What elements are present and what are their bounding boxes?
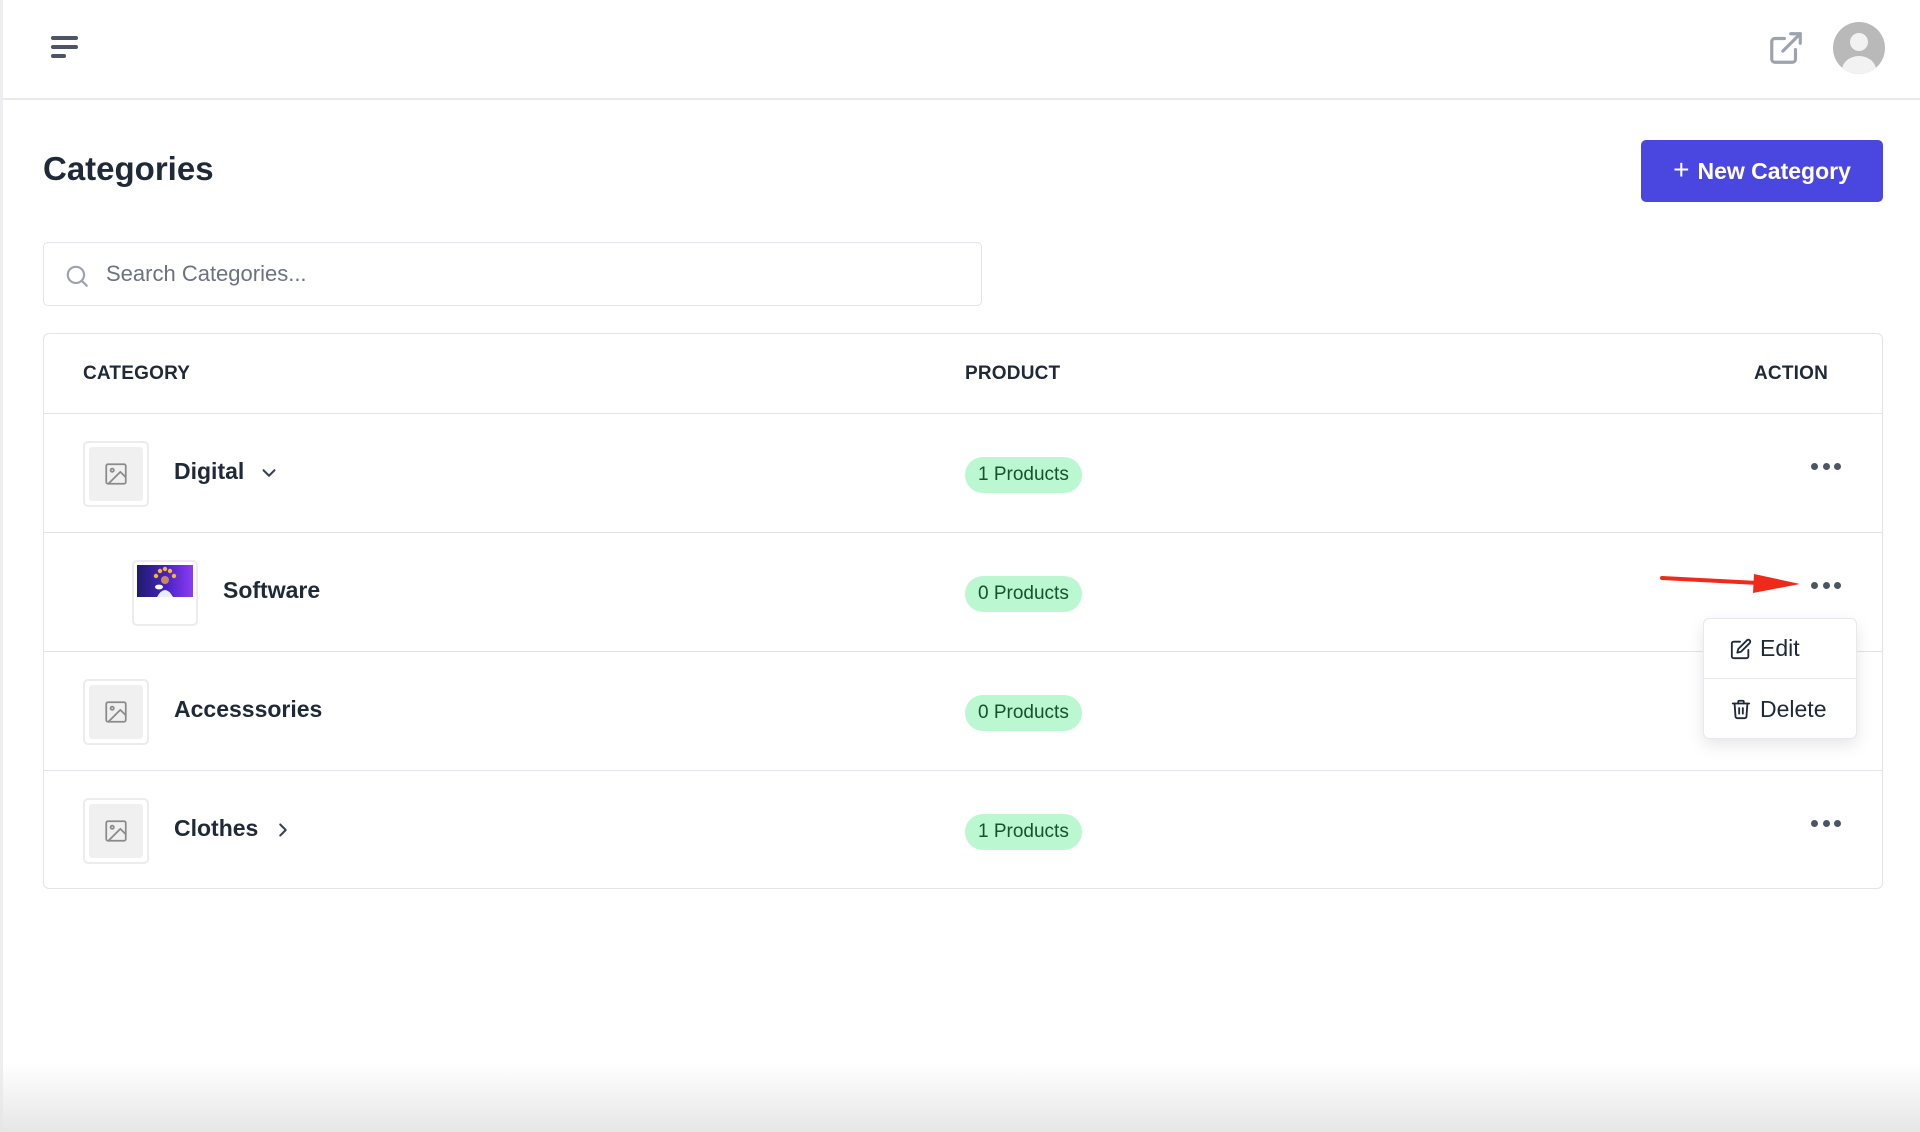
edit-icon <box>1730 638 1752 659</box>
new-category-button[interactable]: + New Category <box>1641 140 1883 202</box>
row-actions-button[interactable] <box>1808 454 1844 478</box>
category-thumbnail <box>83 679 149 745</box>
column-header-product: PRODUCT <box>965 363 1061 384</box>
category-thumbnail <box>132 560 198 626</box>
external-link-icon[interactable] <box>1767 29 1805 67</box>
search-input[interactable] <box>106 243 971 305</box>
table-row: Accesssories 0 Products <box>44 652 1882 771</box>
menu-item-delete[interactable]: Delete <box>1704 679 1856 739</box>
category-name[interactable]: Software <box>223 577 320 604</box>
window-left-edge <box>0 0 3 1132</box>
category-photo <box>137 565 193 597</box>
row-actions-menu: Edit Delete <box>1703 618 1857 739</box>
menu-item-edit[interactable]: Edit <box>1704 619 1856 679</box>
chevron-right-icon[interactable] <box>272 819 294 841</box>
dot <box>1811 581 1818 589</box>
category-name[interactable]: Accesssories <box>174 696 322 723</box>
table-row: Software 0 Products <box>44 533 1882 652</box>
row-actions-button[interactable] <box>1808 573 1844 597</box>
image-placeholder-icon <box>105 463 127 485</box>
search-field <box>43 242 982 306</box>
table-row: Clothes 1 Products <box>44 771 1882 890</box>
dot <box>1834 819 1841 827</box>
table-row: Digital 1 Products <box>44 414 1882 533</box>
page-title: Categories <box>43 150 214 187</box>
trash-icon <box>1731 699 1751 720</box>
dot <box>1822 819 1830 827</box>
column-header-category: CATEGORY <box>83 363 191 384</box>
category-thumbnail <box>83 798 149 864</box>
dot <box>1834 462 1841 470</box>
products-count-badge: 1 Products <box>965 457 1082 493</box>
dot <box>1822 581 1830 589</box>
bottom-shadow <box>0 1062 1920 1132</box>
chevron-down-icon[interactable] <box>258 462 280 484</box>
image-placeholder-icon <box>105 701 127 723</box>
dot <box>1834 581 1841 589</box>
dot <box>1822 462 1830 470</box>
products-count-badge: 0 Products <box>965 695 1082 731</box>
categories-table: CATEGORY PRODUCT ACTION Digital 1 Produc… <box>43 333 1883 889</box>
top-bar <box>3 0 1920 100</box>
menu-item-label: Delete <box>1760 695 1827 722</box>
category-name[interactable]: Clothes <box>174 815 258 842</box>
hamburger-menu-icon[interactable] <box>47 32 81 62</box>
search-icon <box>64 263 90 289</box>
dot <box>1811 819 1818 827</box>
user-avatar-icon[interactable] <box>1833 22 1885 74</box>
new-category-label: New Category <box>1697 157 1851 184</box>
category-name[interactable]: Digital <box>174 458 244 485</box>
plus-icon: + <box>1673 153 1690 185</box>
table-header: CATEGORY PRODUCT ACTION <box>44 334 1882 414</box>
column-header-action: ACTION <box>1754 363 1829 384</box>
products-count-badge: 0 Products <box>965 576 1082 612</box>
dot <box>1811 462 1818 470</box>
image-placeholder-icon <box>105 820 127 842</box>
row-actions-button[interactable] <box>1808 811 1844 835</box>
category-thumbnail <box>83 441 149 507</box>
annotation-arrow-icon <box>1660 574 1800 593</box>
products-count-badge: 1 Products <box>965 814 1082 850</box>
menu-item-label: Edit <box>1760 635 1800 661</box>
